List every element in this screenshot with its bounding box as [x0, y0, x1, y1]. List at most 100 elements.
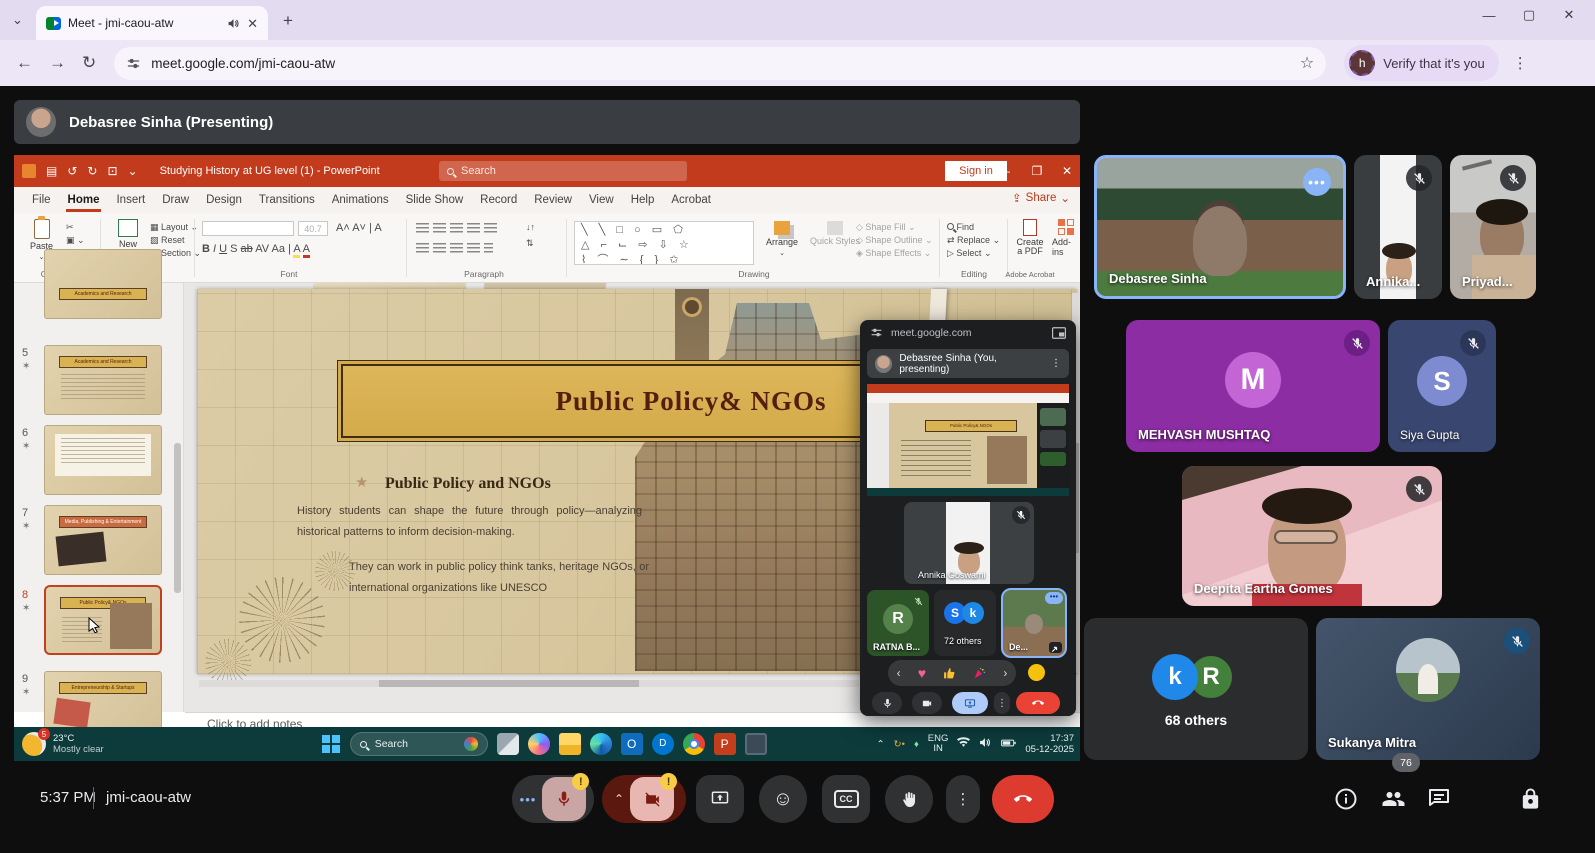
- raise-hand-button[interactable]: [885, 775, 933, 823]
- tab-draw[interactable]: Draw: [162, 194, 189, 206]
- pip-tile-ratna[interactable]: R RATNA B...: [867, 590, 929, 656]
- tab-help[interactable]: Help: [631, 194, 655, 206]
- copilot-icon[interactable]: [528, 733, 550, 755]
- powerpoint-icon[interactable]: P: [714, 733, 736, 755]
- expand-icon[interactable]: [1049, 642, 1062, 653]
- thumbs-up-reaction-icon[interactable]: [943, 667, 956, 680]
- shapes-gallery[interactable]: ╲ ╲ □ ○ ▭ ⬠△ ⌐ ⌙ ⇨ ⇩ ☆⌇ ⌒ ∼ { } ✩: [574, 221, 754, 265]
- reactions-button[interactable]: ☺: [759, 775, 807, 823]
- tile-debasree[interactable]: ••• Debasree Sinha: [1094, 155, 1346, 299]
- pip-more-button[interactable]: ⋮: [994, 692, 1010, 714]
- back-icon[interactable]: ←: [16, 53, 33, 73]
- undo-icon[interactable]: ↺: [67, 164, 77, 178]
- ppt-share-button[interactable]: ⇪ Share ⌄: [1012, 191, 1070, 205]
- browser-tab[interactable]: Meet - jmi-caou-atw ✕: [36, 6, 268, 40]
- tile-mehvash[interactable]: M MEHVASH MUSHTAQ: [1126, 320, 1380, 452]
- pip-toggle-icon[interactable]: [1052, 327, 1066, 339]
- copy-icon[interactable]: ▣ ⌄: [66, 234, 85, 246]
- meeting-details-button[interactable]: [1334, 787, 1360, 813]
- thumbnail-scrollbar[interactable]: [174, 443, 181, 593]
- mic-button[interactable]: !: [542, 777, 586, 821]
- list-buttons[interactable]: [416, 223, 501, 235]
- pip-self-row[interactable]: Debasree Sinha (You, presenting) ⋮: [867, 349, 1069, 378]
- shape-effects-button[interactable]: ◈ Shape Effects ⌄: [856, 247, 931, 259]
- host-controls-button[interactable]: [1519, 787, 1545, 813]
- wifi-icon[interactable]: [957, 737, 970, 751]
- mic-tray-icon[interactable]: ♦: [914, 739, 919, 750]
- end-call-button[interactable]: [992, 775, 1054, 823]
- pip-de-menu-icon[interactable]: •••: [1045, 592, 1063, 604]
- chrome-icon[interactable]: [683, 733, 705, 755]
- font-name-select[interactable]: [202, 221, 294, 236]
- layout-button[interactable]: ▦ Layout ⌄: [150, 221, 198, 233]
- tab-acrobat[interactable]: Acrobat: [671, 194, 711, 206]
- close-button[interactable]: ✕: [1549, 7, 1589, 23]
- tile-sukanya[interactable]: Sukanya Mitra: [1316, 618, 1540, 760]
- camera-options-icon[interactable]: ⌃: [614, 792, 624, 806]
- site-info-icon[interactable]: [126, 56, 141, 71]
- heart-reaction-icon[interactable]: ♥: [918, 665, 926, 681]
- tab-close-icon[interactable]: ✕: [247, 17, 258, 30]
- people-button[interactable]: [1381, 787, 1407, 813]
- replace-button[interactable]: ⇄ Replace ⌄: [947, 234, 1000, 246]
- tray-chevron-icon[interactable]: ⌃: [877, 739, 885, 750]
- maximize-button[interactable]: ▢: [1509, 7, 1549, 23]
- new-tab-button[interactable]: +: [283, 12, 293, 29]
- ppt-search-box[interactable]: Search: [439, 161, 687, 181]
- thumb-slide-8-selected[interactable]: Public Policy& NGOs: [44, 585, 162, 655]
- edge-icon[interactable]: [590, 733, 612, 755]
- tab-design[interactable]: Design: [206, 194, 242, 206]
- tab-review[interactable]: Review: [534, 194, 572, 206]
- language-switcher[interactable]: ENGIN: [928, 734, 949, 754]
- pip-present-button[interactable]: [952, 692, 988, 714]
- tab-home[interactable]: Home: [68, 194, 100, 206]
- sort-icon[interactable]: ↓↑: [526, 221, 535, 233]
- calculator-icon[interactable]: [745, 733, 767, 755]
- file-explorer-icon[interactable]: [559, 733, 581, 755]
- activities-button[interactable]: [1474, 791, 1500, 817]
- volume-icon[interactable]: [979, 737, 992, 751]
- thumb-slide-5[interactable]: Academics and Research: [44, 345, 162, 415]
- addins-button[interactable]: Add-ins: [1052, 219, 1080, 257]
- shape-fill-button[interactable]: ◇ Shape Fill ⌄: [856, 221, 916, 233]
- quick-access-chevron-icon[interactable]: ⌄: [128, 164, 138, 178]
- tile-priyad[interactable]: Priyad...: [1450, 155, 1536, 299]
- quick-styles-button[interactable]: Quick Styles: [810, 221, 860, 246]
- pip-reaction-bar[interactable]: ‹ ♥ ›: [888, 660, 1016, 686]
- react-prev-icon[interactable]: ‹: [897, 666, 901, 680]
- reset-button[interactable]: ▨ Reset: [150, 234, 185, 246]
- pip-self-menu-icon[interactable]: ⋮: [1051, 358, 1061, 369]
- pip-tile-annika[interactable]: Annika Goswami: [904, 502, 1034, 584]
- font-style-icons[interactable]: B I U S ab AV Aa | A A: [202, 243, 310, 255]
- grow-shrink-font-icons[interactable]: A˄ A˅ | A: [336, 222, 382, 234]
- tile-deepita[interactable]: Deepita Eartha Gomes: [1182, 466, 1442, 606]
- start-button[interactable]: [322, 735, 340, 753]
- tile-68-others[interactable]: k R 68 others: [1084, 618, 1308, 760]
- taskbar-search[interactable]: Search: [350, 732, 488, 756]
- react-next-icon[interactable]: ›: [1003, 666, 1007, 680]
- tab-transitions[interactable]: Transitions: [259, 194, 315, 206]
- align-buttons[interactable]: [416, 243, 497, 255]
- tab-file[interactable]: File: [32, 194, 51, 206]
- tab-insert[interactable]: Insert: [116, 194, 145, 206]
- sync-tray-icon[interactable]: ↻•: [894, 739, 905, 750]
- redo-icon[interactable]: ↻: [87, 164, 97, 178]
- select-button[interactable]: ▷ Select ⌄: [947, 247, 991, 259]
- create-pdf-button[interactable]: Create a PDF: [1013, 219, 1047, 256]
- thumb-slide-4[interactable]: Academics and Research: [44, 249, 162, 319]
- pip-camera-button[interactable]: [912, 692, 942, 714]
- tile-siya[interactable]: S Siya Gupta: [1388, 320, 1496, 452]
- tile-annika[interactable]: Annika...: [1354, 155, 1442, 299]
- party-reaction-icon[interactable]: [973, 667, 986, 680]
- dell-icon[interactable]: D: [652, 733, 674, 755]
- camera-off-button[interactable]: !: [630, 777, 674, 821]
- more-options-button[interactable]: ⋮: [946, 775, 980, 823]
- ppt-restore-icon[interactable]: ❐: [1022, 155, 1052, 187]
- battery-icon[interactable]: [1001, 738, 1016, 751]
- minimize-button[interactable]: —: [1469, 8, 1509, 23]
- tab-slide-show[interactable]: Slide Show: [406, 194, 464, 206]
- weather-widget[interactable]: 5 23°CMostly clear: [22, 732, 104, 756]
- pip-tile-de[interactable]: ••• De...: [1001, 588, 1067, 658]
- captions-button[interactable]: CC: [822, 775, 870, 823]
- thumb-slide-6[interactable]: [44, 425, 162, 495]
